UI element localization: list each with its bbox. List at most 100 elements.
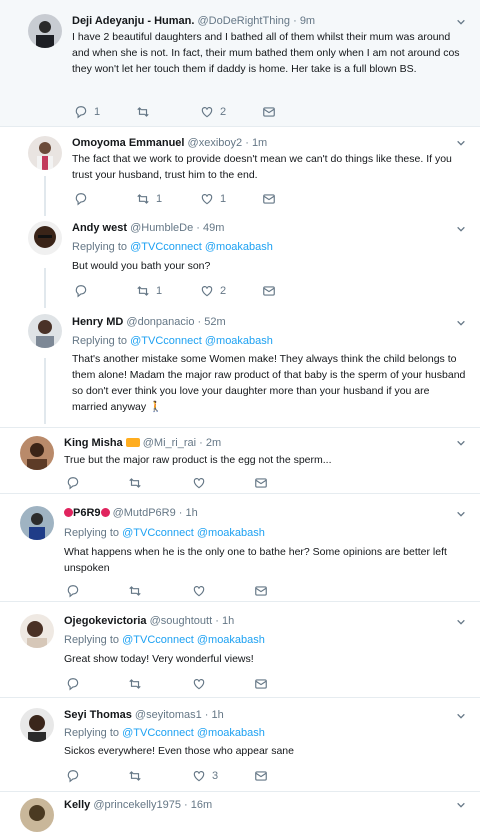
reply-button[interactable] [74,283,94,299]
retweet-icon [128,769,142,783]
retweet-button[interactable]: 1 [136,191,162,207]
retweet-button[interactable] [128,475,148,491]
chevron-down-icon[interactable] [456,224,466,234]
author-name[interactable]: Ojegokevictoria [64,615,147,627]
author-handle[interactable]: @MutdP6R9 [113,507,176,519]
chevron-down-icon[interactable] [456,711,466,721]
avatar[interactable] [28,14,62,48]
message-button[interactable] [254,768,268,784]
reply-button[interactable] [66,768,86,784]
mention-link[interactable]: @TVCconnect @moakabash [122,727,265,739]
author-handle[interactable]: @seyitomas1 [135,709,202,721]
tweet[interactable]: Seyi Thomas @seyitomas1 · 1h Replying to… [0,698,480,792]
message-button[interactable] [262,104,276,120]
timestamp[interactable]: 9m [300,15,315,27]
message-button[interactable] [254,475,268,491]
timestamp[interactable]: 1m [252,137,267,149]
author-handle[interactable]: @xexiboy2 [188,137,243,149]
timestamp[interactable]: 1h [186,507,198,519]
message-icon [254,769,268,783]
mention-link[interactable]: @TVCconnect @moakabash [122,634,265,646]
chevron-down-icon[interactable] [456,17,466,27]
tweet[interactable]: Ojegokevictoria @soughtoutt · 1h Replyin… [0,602,480,698]
tweet-text: The fact that we work to provide doesn't… [72,153,452,181]
author-name[interactable]: King Misha [64,437,123,449]
author-handle[interactable]: @donpanacio [126,316,194,328]
message-button[interactable] [254,676,268,692]
red-circle-icon [100,508,110,517]
author-name[interactable]: Henry MD [72,316,123,328]
chevron-down-icon[interactable] [456,617,466,627]
author-handle[interactable]: @DoDeRightThing [198,15,291,27]
reply-button[interactable] [66,676,86,692]
timestamp[interactable]: 52m [204,316,225,328]
like-button[interactable]: 1 [200,191,226,207]
retweet-icon [136,192,150,206]
retweet-button[interactable] [128,768,148,784]
like-button[interactable]: 3 [192,768,218,784]
like-button[interactable] [192,583,212,599]
like-button[interactable] [192,475,212,491]
mention-link[interactable]: @TVCconnect @moakabash [130,241,273,253]
author-name[interactable]: Kelly [64,799,90,811]
timestamp[interactable]: 1h [222,615,234,627]
chevron-down-icon[interactable] [456,138,466,148]
avatar[interactable] [20,614,54,648]
avatar[interactable] [20,506,54,540]
tweet[interactable]: Henry MD @donpanacio · 52m Replying to @… [0,303,480,428]
like-button[interactable]: 2 [200,283,226,299]
tweet-text: What happens when he is the only one to … [64,546,447,574]
avatar[interactable] [20,436,54,470]
replying-to: Replying to @TVCconnect @moakabash [64,727,265,739]
mention-link[interactable]: @TVCconnect @moakabash [122,527,265,539]
timestamp[interactable]: 2m [206,437,221,449]
tweet[interactable]: Andy west @HumbleDe · 49m Replying to @T… [0,210,480,303]
author-handle[interactable]: @Mi_ri_rai [143,437,196,449]
author-handle[interactable]: @soughtoutt [150,615,213,627]
avatar[interactable] [20,798,54,832]
tweet-text: But would you bath your son? [72,260,211,272]
tweet[interactable]: King Misha @Mi_ri_rai · 2m True but the … [0,428,480,494]
chevron-down-icon[interactable] [456,438,466,448]
timestamp[interactable]: 16m [191,799,212,811]
retweet-icon [128,584,142,598]
tweet[interactable]: P6R9 @MutdP6R9 · 1h Replying to @TVCconn… [0,494,480,602]
like-button[interactable] [192,676,212,692]
avatar[interactable] [20,708,54,742]
avatar[interactable] [28,221,62,255]
tweet[interactable]: Omoyoma Emmanuel @xexiboy2 · 1m The fact… [0,127,480,210]
retweet-button[interactable] [128,583,148,599]
reply-button[interactable] [74,191,94,207]
like-icon [192,584,206,598]
message-button[interactable] [254,583,268,599]
retweet-button[interactable]: 1 [136,283,162,299]
timestamp[interactable]: 49m [203,222,224,234]
retweet-button[interactable] [128,676,148,692]
author-handle[interactable]: @HumbleDe [130,222,193,234]
retweet-icon [136,105,150,119]
message-icon [254,584,268,598]
mention-link[interactable]: @TVCconnect @moakabash [130,335,273,347]
reply-button[interactable] [66,475,86,491]
timestamp[interactable]: 1h [212,709,224,721]
author-name[interactable]: Omoyoma Emmanuel [72,137,184,149]
author-name[interactable]: P6R9 [73,507,101,519]
tweet[interactable]: Kelly @princekelly1975 · 16m [0,792,480,832]
retweet-button[interactable] [136,104,156,120]
tweet-text: That's another mistake some Women make! … [72,353,466,413]
tweet[interactable]: Deji Adeyanju - Human. @DoDeRightThing ·… [0,0,480,127]
avatar[interactable] [28,314,62,348]
author-name[interactable]: Seyi Thomas [64,709,132,721]
reply-button[interactable]: 1 [74,104,100,120]
like-button[interactable]: 2 [200,104,226,120]
chevron-down-icon[interactable] [456,318,466,328]
message-button[interactable] [262,283,276,299]
avatar[interactable] [28,136,62,170]
author-name[interactable]: Andy west [72,222,127,234]
chevron-down-icon[interactable] [456,509,466,519]
reply-button[interactable] [66,583,86,599]
chevron-down-icon[interactable] [456,800,466,810]
author-name[interactable]: Deji Adeyanju - Human. [72,15,194,27]
author-handle[interactable]: @princekelly1975 [93,799,181,811]
message-button[interactable] [262,191,276,207]
